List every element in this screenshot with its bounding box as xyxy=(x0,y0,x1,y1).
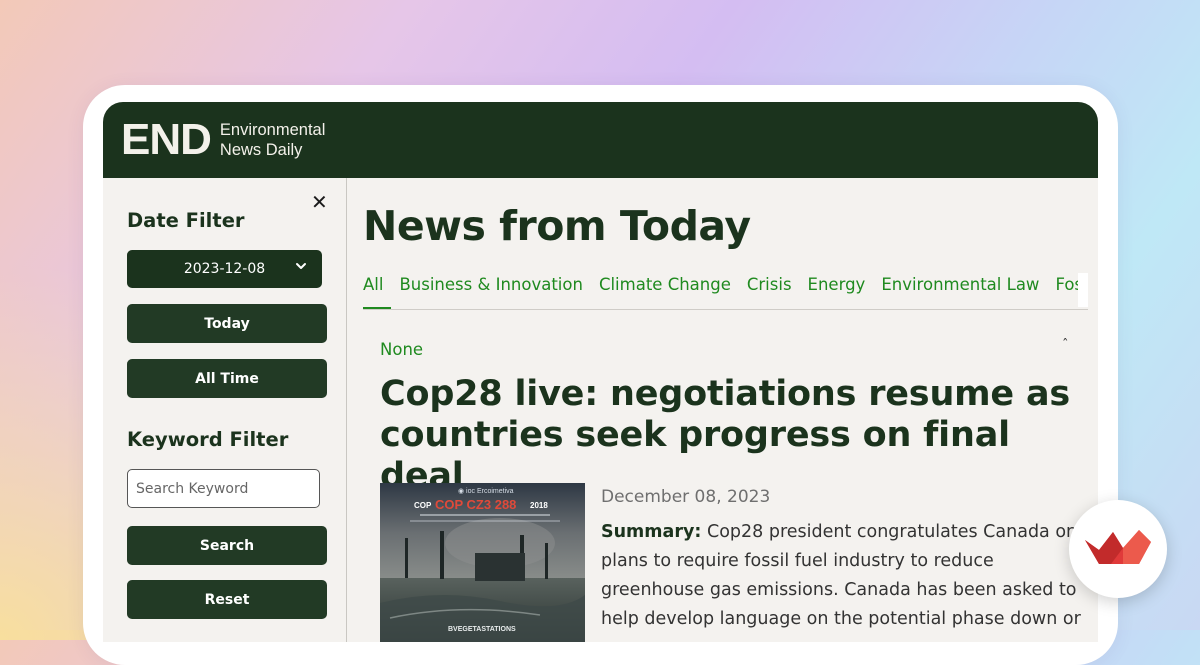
article-summary: Summary: Cop28 president congratulates C… xyxy=(601,518,1081,634)
thumb-text-year: 2018 xyxy=(530,501,548,510)
tab-business-innovation[interactable]: Business & Innovation xyxy=(391,273,590,307)
logo-line-2: News Daily xyxy=(219,141,303,159)
thumbnail-image: ◉ ioc Ercoimetiva COP COP CZ3 288 2018 B… xyxy=(380,483,585,642)
main-content: News from Today All Business & Innovatio… xyxy=(347,178,1098,642)
article-headline[interactable]: Cop28 live: negotiations resume as count… xyxy=(380,374,1080,497)
all-time-button[interactable]: All Time xyxy=(127,359,327,398)
sidebar: ✕ Date Filter 2023-12-08 Today All Time … xyxy=(103,178,347,642)
thumb-brand-text: ◉ ioc Ercoimetiva xyxy=(458,488,514,495)
article-thumbnail[interactable]: ◉ ioc Ercoimetiva COP COP CZ3 288 2018 B… xyxy=(380,483,585,642)
crown-logo-icon xyxy=(1085,530,1151,564)
tab-crisis[interactable]: Crisis xyxy=(739,273,800,307)
keyword-filter-heading: Keyword Filter xyxy=(127,428,289,451)
logo-mark[interactable]: END xyxy=(121,118,212,162)
today-button[interactable]: Today xyxy=(127,304,327,343)
chevron-down-icon xyxy=(296,263,306,269)
logo-line-1: Environmental xyxy=(219,121,326,139)
caret-up-icon[interactable]: ˆ xyxy=(1062,338,1069,353)
article-date: December 08, 2023 xyxy=(601,487,771,507)
page-title: News from Today xyxy=(363,202,751,250)
summary-label: Summary: xyxy=(601,522,702,542)
tab-climate-change[interactable]: Climate Change xyxy=(591,273,739,307)
tab-all[interactable]: All xyxy=(363,273,392,309)
category-tabs: All Business & Innovation Climate Change… xyxy=(363,273,1088,310)
thumb-text-big: COP CZ3 288 xyxy=(435,497,516,512)
article-category: None xyxy=(380,340,424,359)
site-header: END Environmental News Daily xyxy=(103,102,1098,178)
date-value: 2023-12-08 xyxy=(183,261,266,277)
thumb-text-top: COP xyxy=(414,501,432,510)
date-select[interactable]: 2023-12-08 xyxy=(127,250,322,288)
floating-badge[interactable] xyxy=(1069,500,1167,598)
tab-energy[interactable]: Energy xyxy=(800,273,874,307)
search-button[interactable]: Search xyxy=(127,526,327,565)
tabs-scroll-edge xyxy=(1078,273,1088,307)
search-input[interactable]: Search Keyword xyxy=(127,469,320,508)
tab-environmental-law[interactable]: Environmental Law xyxy=(873,273,1047,307)
reset-button[interactable]: Reset xyxy=(127,580,327,619)
date-filter-heading: Date Filter xyxy=(127,209,245,232)
app-window: END Environmental News Daily ✕ Date Filt… xyxy=(103,102,1098,642)
close-icon[interactable]: ✕ xyxy=(311,192,328,212)
logo-text: Environmental News Daily xyxy=(220,120,325,160)
